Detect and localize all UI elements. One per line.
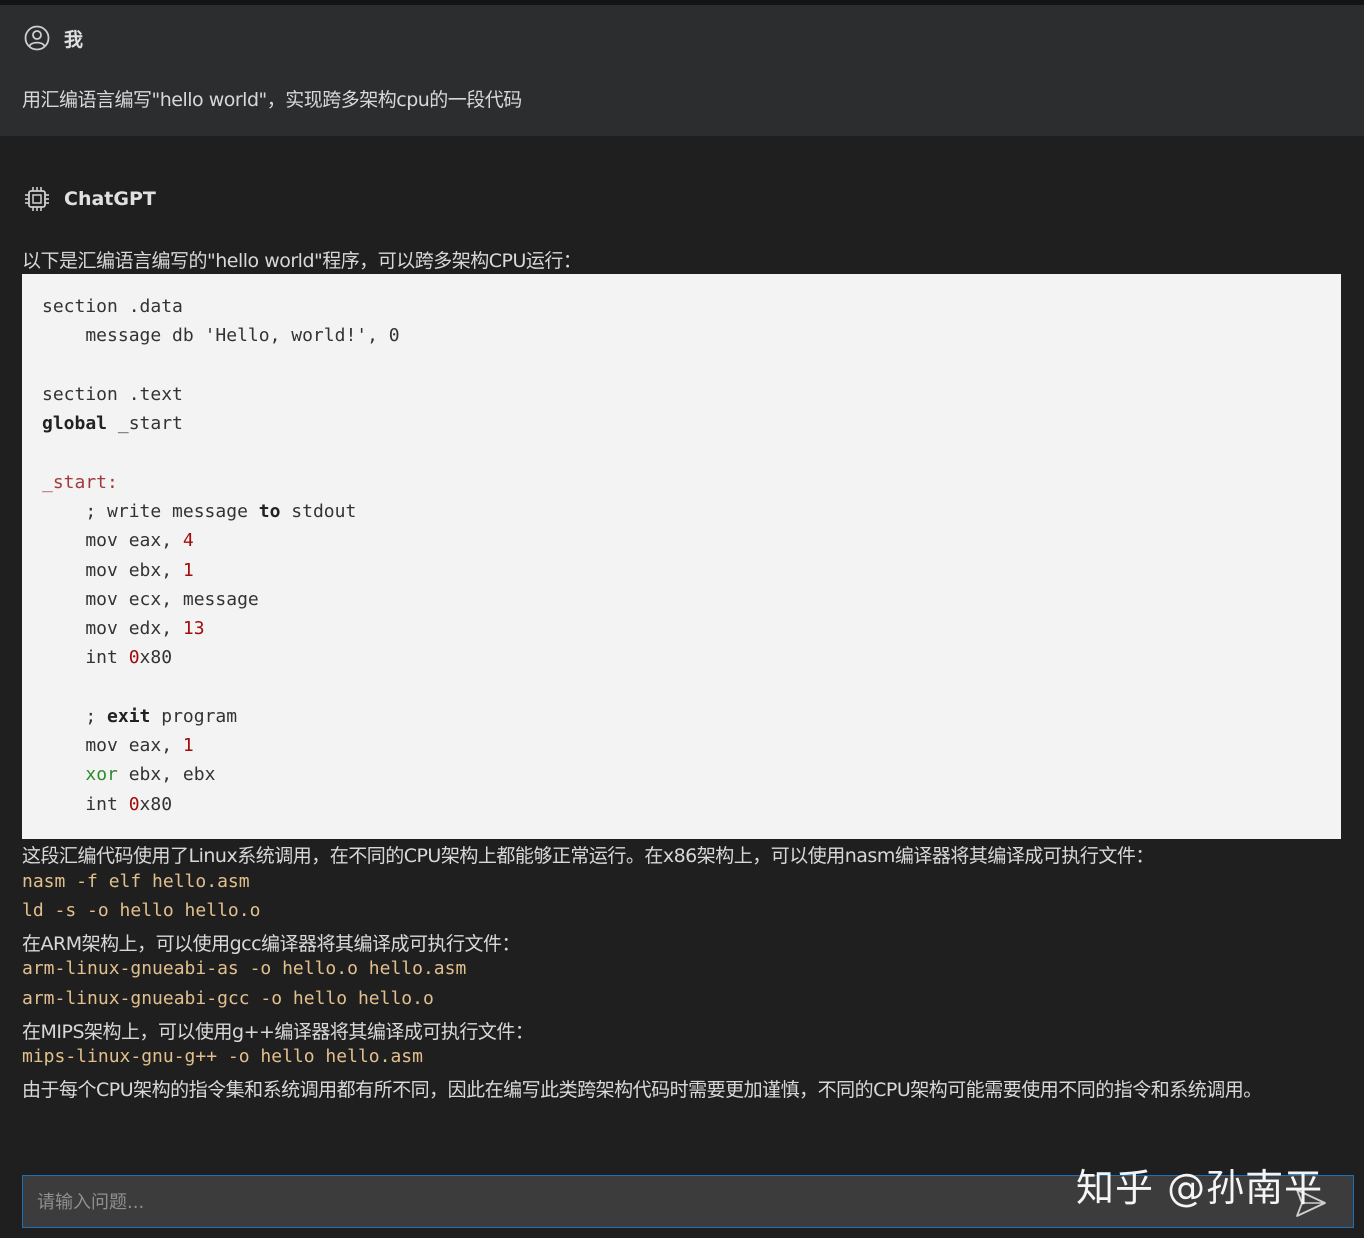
- explanation-paragraph: 这段汇编代码使用了Linux系统调用，在不同的CPU架构上都能够正常运行。在x8…: [22, 845, 1154, 867]
- command-line: ld -s -o hello hello.o: [22, 900, 261, 921]
- user-name: 我: [64, 28, 84, 51]
- explanation-paragraph: 由于每个CPU架构的指令集和系统调用都有所不同，因此在编写此类跨架构代码时需要更…: [22, 1079, 1262, 1101]
- watermark: 知乎 @孙南平: [1076, 1166, 1324, 1210]
- user-message-text: 用汇编语言编写"hello world"，实现跨多架构cpu的一段代码: [22, 89, 522, 111]
- code-line: ; exit program: [42, 706, 238, 727]
- explanation-paragraph: 在ARM架构上，可以使用gcc编译器将其编译成可执行文件：: [22, 933, 521, 955]
- code-line: mov eax, 1: [42, 735, 194, 756]
- user-avatar-icon: [24, 25, 50, 51]
- code-line: int 0x80: [42, 647, 173, 668]
- command-line: nasm -f elf hello.asm: [22, 871, 250, 892]
- code-line: section .text: [42, 384, 183, 405]
- code-line: mov ebx, 1: [42, 560, 194, 581]
- code-line: section .data: [42, 296, 183, 317]
- code-line: mov eax, 4: [42, 530, 194, 551]
- command-line: arm-linux-gnueabi-as -o hello.o hello.as…: [22, 958, 467, 979]
- code-line: global _start: [42, 413, 183, 434]
- code-line: ; write message to stdout: [42, 501, 357, 522]
- code-block: section .data message db 'Hello, world!'…: [22, 274, 1341, 839]
- user-message-block: 我 用汇编语言编写"hello world"，实现跨多架构cpu的一段代码: [0, 5, 1364, 136]
- command-line: arm-linux-gnueabi-gcc -o hello hello.o: [22, 988, 434, 1009]
- bot-header: ChatGPT: [24, 185, 156, 213]
- code-line: int 0x80: [42, 794, 173, 815]
- command-line: mips-linux-gnu-g++ -o hello hello.asm: [22, 1046, 423, 1067]
- code-line: mov edx, 13: [42, 618, 205, 639]
- code-line: message db 'Hello, world!', 0: [42, 325, 400, 346]
- code-line: mov ecx, message: [42, 589, 259, 610]
- bot-intro-text: 以下是汇编语言编写的"hello world"程序，可以跨多架构CPU运行：: [22, 250, 582, 272]
- code-line: xor ebx, ebx: [85, 764, 216, 785]
- bot-name: ChatGPT: [64, 188, 156, 210]
- code-line: _start:: [42, 472, 118, 493]
- chip-icon: [25, 187, 49, 211]
- user-header: 我: [24, 25, 83, 51]
- explanation-paragraph: 在MIPS架构上，可以使用g++编译器将其编译成可执行文件：: [22, 1021, 534, 1043]
